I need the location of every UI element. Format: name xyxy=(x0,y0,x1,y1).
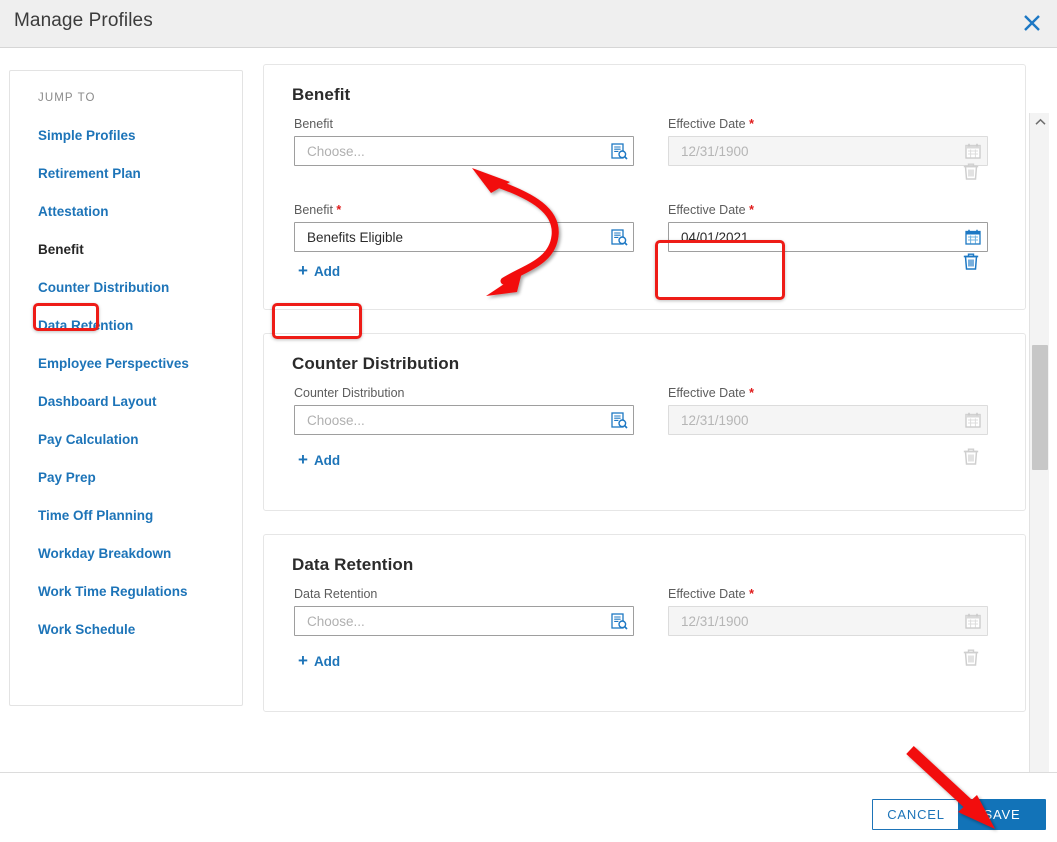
benefit-effective-date-group: Effective Date * 04/01/2021 xyxy=(668,203,988,252)
sidebar-item-work-schedule[interactable]: Work Schedule xyxy=(10,611,242,649)
add-counter-distribution-button[interactable]: + Add xyxy=(294,450,344,471)
benefit-name-input[interactable]: Benefits Eligible xyxy=(294,222,634,252)
sidebar-item-attestation[interactable]: Attestation xyxy=(10,193,242,231)
benefit-effective-date-value: 04/01/2021 xyxy=(681,229,749,245)
counter-distribution-row: Counter Distribution Choose... Effective… xyxy=(264,386,1025,464)
section-card-benefit: Benefit Benefit Choose... Effective Date… xyxy=(263,64,1026,310)
jump-to-sidebar: JUMP TO Simple Profiles Retirement Plan … xyxy=(9,70,243,706)
save-button[interactable]: SAVE xyxy=(958,799,1046,830)
sidebar-item-pay-prep[interactable]: Pay Prep xyxy=(10,459,242,497)
dialog-body: JUMP TO Simple Profiles Retirement Plan … xyxy=(0,49,1057,815)
counter-distribution-name-value: Choose... xyxy=(307,412,365,428)
benefit-row: Benefit * Benefits Eligible Effective Da… xyxy=(264,203,1025,273)
jump-to-nav-list: Simple Profiles Retirement Plan Attestat… xyxy=(10,117,242,649)
section-title-counter-distribution: Counter Distribution xyxy=(292,354,460,373)
benefit-effective-date-input[interactable]: 12/31/1900 xyxy=(668,136,988,166)
trash-icon xyxy=(961,161,983,183)
counter-distribution-effective-date-group: Effective Date * 12/31/1900 xyxy=(668,386,988,435)
data-retention-name-input[interactable]: Choose... xyxy=(294,606,634,636)
jump-to-heading: JUMP TO xyxy=(38,92,96,104)
data-retention-name-group: Data Retention Choose... xyxy=(294,587,634,636)
prompt-lookup-icon[interactable] xyxy=(605,142,633,160)
sidebar-item-benefit[interactable]: Benefit xyxy=(10,231,242,269)
sidebar-item-counter-distribution[interactable]: Counter Distribution xyxy=(10,269,242,307)
prompt-lookup-icon[interactable] xyxy=(605,411,633,429)
benefit-effective-date-label: Effective Date * xyxy=(668,117,754,131)
data-retention-name-value: Choose... xyxy=(307,613,365,629)
section-card-data-retention: Data Retention Data Retention Choose... xyxy=(263,534,1026,712)
benefit-name-input[interactable]: Choose... xyxy=(294,136,634,166)
data-retention-name-label: Data Retention xyxy=(294,587,378,601)
cancel-button[interactable]: CANCEL xyxy=(872,799,960,830)
sidebar-item-dashboard-layout[interactable]: Dashboard Layout xyxy=(10,383,242,421)
calendar-icon xyxy=(959,613,987,629)
sidebar-item-work-time-regulations[interactable]: Work Time Regulations xyxy=(10,573,242,611)
data-retention-effective-date-group: Effective Date * 12/31/1900 xyxy=(668,587,988,636)
benefit-effective-date-value: 12/31/1900 xyxy=(681,143,749,159)
benefit-row: Benefit Choose... Effective Date * 12/31… xyxy=(264,117,1025,203)
plus-icon: + xyxy=(298,450,308,469)
add-counter-distribution-label: Add xyxy=(313,453,341,468)
sidebar-item-data-retention[interactable]: Data Retention xyxy=(10,307,242,345)
calendar-icon xyxy=(959,143,987,159)
profile-sections-scroll-area: Benefit Benefit Choose... Effective Date… xyxy=(255,64,1027,754)
add-data-retention-button[interactable]: + Add xyxy=(294,651,344,672)
benefit-name-value: Benefits Eligible xyxy=(307,229,404,245)
benefit-effective-date-label: Effective Date * xyxy=(668,203,754,217)
data-retention-effective-date-label: Effective Date * xyxy=(668,587,754,601)
add-benefit-label: Add xyxy=(313,264,341,279)
dialog-header: Manage Profiles xyxy=(0,0,1057,48)
add-benefit-button[interactable]: + Add xyxy=(294,261,344,282)
section-title-benefit: Benefit xyxy=(292,85,351,104)
content-scrollbar[interactable] xyxy=(1029,113,1049,815)
scroll-up-icon[interactable] xyxy=(1030,113,1050,131)
benefit-name-label: Benefit xyxy=(294,117,333,131)
page-title: Manage Profiles xyxy=(14,10,153,31)
section-title-data-retention: Data Retention xyxy=(292,555,414,574)
counter-distribution-name-input[interactable]: Choose... xyxy=(294,405,634,435)
scrollbar-thumb[interactable] xyxy=(1032,345,1048,470)
plus-icon: + xyxy=(298,261,308,280)
dialog-footer: CANCEL SAVE xyxy=(0,772,1057,842)
add-data-retention-label: Add xyxy=(313,654,341,669)
plus-icon: + xyxy=(298,651,308,670)
sidebar-item-simple-profiles[interactable]: Simple Profiles xyxy=(10,117,242,155)
sidebar-item-time-off-planning[interactable]: Time Off Planning xyxy=(10,497,242,535)
trash-icon xyxy=(961,647,983,669)
benefit-name-value: Choose... xyxy=(307,143,365,159)
counter-distribution-effective-date-label: Effective Date * xyxy=(668,386,754,400)
benefit-name-label: Benefit * xyxy=(294,203,342,217)
counter-distribution-name-label: Counter Distribution xyxy=(294,386,405,400)
sidebar-item-retirement-plan[interactable]: Retirement Plan xyxy=(10,155,242,193)
benefit-name-field-group: Benefit Choose... xyxy=(294,117,634,166)
data-retention-effective-date-value: 12/31/1900 xyxy=(681,613,749,629)
prompt-lookup-icon[interactable] xyxy=(605,228,633,246)
counter-distribution-effective-date-value: 12/31/1900 xyxy=(681,412,749,428)
data-retention-row: Data Retention Choose... Effective Date … xyxy=(264,587,1025,665)
sidebar-item-pay-calculation[interactable]: Pay Calculation xyxy=(10,421,242,459)
trash-icon[interactable] xyxy=(961,251,983,273)
trash-icon xyxy=(961,446,983,468)
section-card-counter-distribution: Counter Distribution Counter Distributio… xyxy=(263,333,1026,511)
manage-profiles-dialog: Manage Profiles JUMP TO Simple Profiles … xyxy=(0,0,1057,842)
data-retention-effective-date-input[interactable]: 12/31/1900 xyxy=(668,606,988,636)
benefit-effective-date-input[interactable]: 04/01/2021 xyxy=(668,222,988,252)
counter-distribution-name-group: Counter Distribution Choose... xyxy=(294,386,634,435)
benefit-effective-date-group: Effective Date * 12/31/1900 xyxy=(668,117,988,166)
calendar-icon[interactable] xyxy=(959,229,987,245)
close-icon[interactable] xyxy=(1015,6,1049,40)
calendar-icon xyxy=(959,412,987,428)
sidebar-item-workday-breakdown[interactable]: Workday Breakdown xyxy=(10,535,242,573)
prompt-lookup-icon[interactable] xyxy=(605,612,633,630)
benefit-name-field-group: Benefit * Benefits Eligible xyxy=(294,203,634,252)
sidebar-item-employee-perspectives[interactable]: Employee Perspectives xyxy=(10,345,242,383)
counter-distribution-effective-date-input[interactable]: 12/31/1900 xyxy=(668,405,988,435)
